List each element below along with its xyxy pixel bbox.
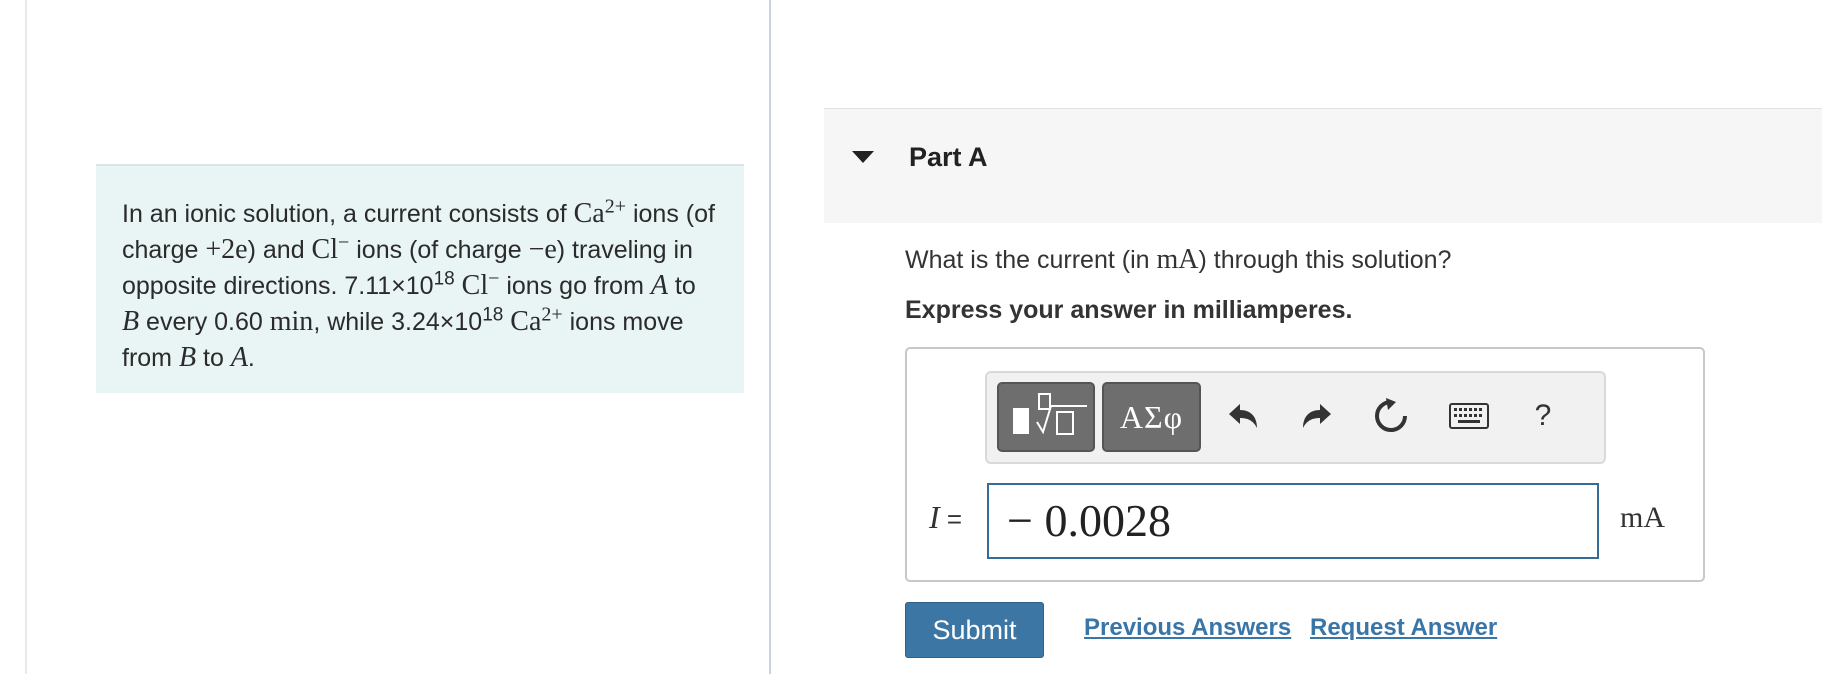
redo-icon[interactable] [1292, 391, 1342, 441]
chloride-symbol: Cl [461, 270, 489, 301]
chloride-charge: − [338, 231, 350, 254]
charge-plus-2e: +2e [205, 234, 248, 265]
charge-minus-e: −e [528, 234, 557, 265]
answer-unit: mA [1620, 501, 1665, 534]
part-title: Part A [909, 142, 988, 172]
request-answer-link[interactable]: Request Answer [1310, 614, 1497, 642]
question-unit: mA [1156, 244, 1199, 275]
instruction-text: Express your answer in milliamperes. [905, 296, 1353, 324]
previous-answers-link[interactable]: Previous Answers [1084, 614, 1291, 642]
problem-text: , while 3.24×10 [313, 308, 483, 336]
templates-icon [1013, 393, 1087, 435]
point-b: B [178, 342, 197, 373]
problem-text: In an ionic solution, a current consists… [122, 200, 574, 228]
problem-text: . [247, 344, 255, 372]
point-b: B [122, 306, 140, 337]
chloride-symbol: Cl [311, 234, 339, 265]
problem-statement: In an ionic solution, a current consists… [96, 164, 744, 393]
variable-symbol: I [929, 499, 940, 535]
problem-text: ions (of charge [349, 236, 529, 264]
problem-text: to [196, 344, 231, 372]
exponent: 18 [433, 268, 455, 290]
collapse-caret-icon[interactable] [852, 151, 874, 163]
keyboard-icon[interactable] [1444, 391, 1494, 441]
math-toolbar: ΑΣφ ? [985, 371, 1606, 464]
equals-sign: = [939, 504, 963, 534]
part-header[interactable]: Part A [824, 108, 1822, 223]
question-text: What is the current (in mA) through this… [905, 244, 1451, 276]
calcium-charge: 2+ [541, 303, 563, 326]
problem-text: to [667, 272, 696, 300]
calcium-symbol: Ca [510, 306, 542, 337]
undo-icon[interactable] [1218, 391, 1268, 441]
column-divider [769, 0, 771, 674]
exponent: 18 [482, 304, 504, 326]
problem-text: every 0.60 [139, 308, 270, 336]
help-button[interactable]: ? [1518, 391, 1568, 441]
submit-button[interactable]: Submit [905, 602, 1044, 658]
reset-icon[interactable] [1366, 391, 1416, 441]
question-pre: What is the current (in [905, 246, 1157, 274]
question-post: ) through this solution? [1198, 246, 1452, 274]
greek-symbols-button[interactable]: ΑΣφ [1102, 382, 1201, 452]
answer-input[interactable]: − 0.0028 [987, 483, 1599, 559]
unit-min: min [269, 306, 314, 337]
chloride-charge: − [488, 267, 500, 290]
calcium-symbol: Ca [573, 198, 605, 229]
templates-button[interactable] [997, 382, 1095, 452]
problem-text: ions go from [499, 272, 651, 300]
left-border [25, 0, 27, 674]
problem-text: ) and [247, 236, 312, 264]
point-a: A [650, 270, 668, 301]
calcium-charge: 2+ [604, 195, 627, 218]
point-a: A [230, 342, 248, 373]
answer-box: ΑΣφ ? I = − 0.0028 mA [905, 347, 1705, 582]
variable-label: I = [929, 499, 962, 536]
